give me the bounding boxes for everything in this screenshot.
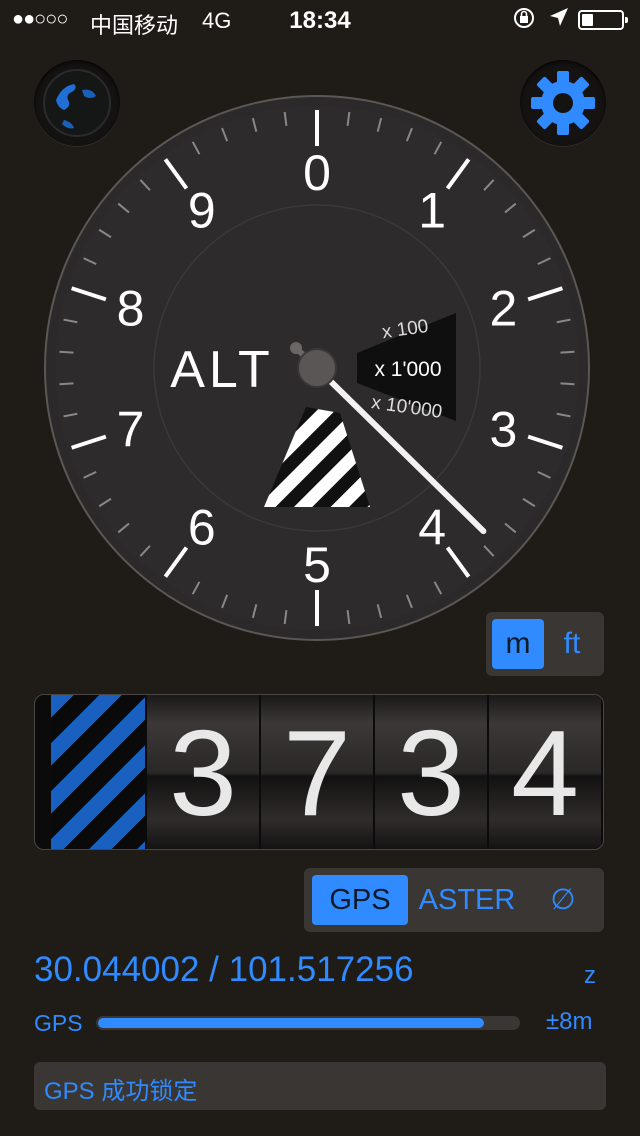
accuracy-value: ±8m — [546, 1008, 593, 1035]
dial-number-0: 0 — [303, 145, 331, 201]
accuracy-bar — [96, 1016, 520, 1030]
accuracy-bar-fill — [98, 1018, 484, 1028]
location-arrow-icon — [548, 6, 570, 34]
status-message: GPS 成功锁定 — [44, 1078, 198, 1105]
battery-icon — [578, 10, 628, 30]
dial-number-2: 2 — [490, 280, 518, 336]
unit-meters-button[interactable]: m — [492, 619, 544, 669]
minor-tick — [59, 382, 74, 386]
dial-number-1: 1 — [418, 182, 446, 238]
dial-number-8: 8 — [117, 280, 145, 336]
altitude-digit-1: 3 — [147, 695, 259, 849]
source-none-button[interactable]: ∅ — [530, 875, 596, 925]
altimeter-dial: 0123456789 ALT x 100 x 1'000 x 10'000 — [44, 95, 590, 641]
rotation-lock-icon — [512, 6, 536, 36]
source-toggle: GPS ASTER ∅ — [304, 868, 604, 932]
dial-number-6: 6 — [188, 500, 216, 556]
status-bar: ●●○○○ 中国移动 4G 18:34 — [0, 0, 640, 40]
unit-toggle: m ft — [486, 612, 604, 676]
counter-stripe — [51, 695, 145, 849]
status-box: GPS 成功锁定 — [34, 1062, 606, 1110]
dial-number-5: 5 — [303, 537, 331, 593]
minor-tick — [560, 382, 575, 386]
multiplier-1000: x 1'000 — [374, 358, 441, 381]
altitude-digit-2: 7 — [261, 695, 373, 849]
altitude-digit-4: 4 — [489, 695, 601, 849]
z-label: z — [584, 962, 596, 989]
source-gps-button[interactable]: GPS — [312, 875, 408, 925]
dial-number-7: 7 — [117, 402, 145, 458]
coordinates: 30.044002 / 101.517256 — [34, 950, 414, 989]
clock: 18:34 — [289, 7, 351, 34]
dial-number-9: 9 — [188, 182, 216, 238]
source-aster-button[interactable]: ASTER — [412, 875, 522, 925]
needle-hub — [297, 348, 337, 388]
alt-label: ALT — [170, 341, 274, 399]
altitude-counter: 3 7 3 4 — [34, 694, 604, 850]
dial-number-3: 3 — [490, 402, 518, 458]
accuracy-source-label: GPS — [34, 1010, 83, 1036]
unit-feet-button[interactable]: ft — [546, 619, 598, 669]
minor-tick — [560, 350, 575, 354]
dial-number-4: 4 — [418, 500, 446, 556]
minor-tick — [59, 350, 74, 354]
altitude-digit-3: 3 — [375, 695, 487, 849]
